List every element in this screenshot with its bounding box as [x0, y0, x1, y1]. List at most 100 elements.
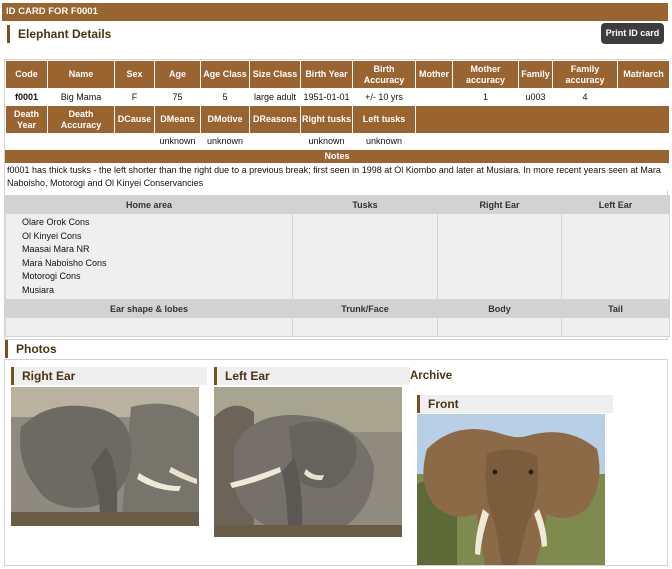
value-sex: F	[114, 88, 155, 106]
col-header-dmeans: DMeans	[154, 105, 201, 134]
ear-shape-cell	[5, 317, 293, 337]
home-area-item: Ol Kinyei Cons	[22, 230, 82, 241]
col-header-sex: Sex	[114, 60, 155, 89]
value-birth-year: 1951-01-01	[300, 88, 353, 106]
details-table-primary: Code Name Sex Age Age Class Size Class B…	[5, 60, 670, 106]
elephant-left-ear-image	[214, 387, 402, 537]
details-header-row: Code Name Sex Age Age Class Size Class B…	[5, 60, 670, 89]
value-age: 75	[154, 88, 201, 106]
col-header-size-class: Size Class	[249, 60, 301, 89]
col-header-age: Age	[154, 60, 201, 89]
id-card-title: ID CARD FOR F0001	[6, 6, 98, 17]
col-header-birth-year: Birth Year	[300, 60, 353, 89]
value-name: Big Mama	[47, 88, 115, 106]
details-table-death: Death Year Death Accuracy DCause DMeans …	[5, 105, 670, 149]
elephant-details-heading: Elephant Details	[7, 25, 111, 43]
col-header-age-class: Age Class	[200, 60, 250, 89]
value-filler	[415, 133, 670, 149]
col-header-dcause: DCause	[114, 105, 155, 134]
front-photo-heading: Front	[417, 395, 613, 413]
identification-table: Home area Tusks Right Ear Left Ear Olare…	[5, 195, 670, 337]
home-area-list: Olare Orok Cons Ol Kinyei Cons Maasai Ma…	[5, 213, 293, 300]
col-header-dreasons: DReasons	[249, 105, 301, 134]
value-dreasons	[249, 133, 301, 149]
body-cell	[437, 317, 562, 337]
col-header-body: Body	[437, 299, 562, 318]
right-ear-photo-heading: Right Ear	[11, 367, 207, 385]
value-size-class: large adult	[249, 88, 301, 106]
value-mother	[415, 88, 453, 106]
elephant-right-ear-image	[11, 387, 199, 526]
left-ear-cell	[561, 213, 670, 300]
value-mother-accuracy: 1	[452, 88, 519, 106]
value-matriarch	[617, 88, 670, 106]
front-photo[interactable]	[417, 414, 605, 565]
left-ear-photo-heading: Left Ear	[214, 367, 410, 385]
right-ear-cell	[437, 213, 562, 300]
col-header-dmotive: DMotive	[200, 105, 250, 134]
col-header-left-tusks: Left tusks	[352, 105, 416, 134]
value-family-accuracy: 4	[552, 88, 618, 106]
death-value-row: unknown unknown unknown unknown	[5, 133, 670, 149]
details-value-row: f0001 Big Mama F 75 5 large adult 1951-0…	[5, 88, 670, 106]
value-dcause	[114, 133, 155, 149]
value-left-tusks: unknown	[352, 133, 416, 149]
col-header-mother: Mother	[415, 60, 453, 89]
value-death-accuracy	[47, 133, 115, 149]
col-header-ear-shape: Ear shape & lobes	[5, 299, 293, 318]
col-header-code: Code	[5, 60, 48, 89]
id-value-row-2	[5, 317, 670, 337]
value-dmotive: unknown	[200, 133, 250, 149]
print-id-card-button[interactable]: Print ID card	[601, 23, 664, 44]
front-photo-title: Front	[428, 397, 459, 411]
col-header-death-year: Death Year	[5, 105, 48, 134]
col-header-left-ear: Left Ear	[561, 195, 670, 214]
photos-title: Photos	[16, 342, 57, 356]
home-area-item: Musiara	[22, 284, 55, 295]
home-area-item: Mara Naboisho Cons	[22, 257, 107, 268]
value-code: f0001	[5, 88, 48, 106]
col-header-family: Family	[518, 60, 553, 89]
id-value-row: Olare Orok Cons Ol Kinyei Cons Maasai Ma…	[5, 213, 670, 300]
value-death-year	[5, 133, 48, 149]
col-header-family-accuracy: Family accuracy	[552, 60, 618, 89]
col-header-birth-accuracy: Birth Accuracy	[352, 60, 416, 89]
notes-heading: Notes	[5, 150, 669, 163]
col-header-mother-accuracy: Mother accuracy	[452, 60, 519, 89]
elephant-details-title: Elephant Details	[18, 27, 112, 41]
right-ear-photo[interactable]	[11, 387, 199, 526]
tusks-cell	[292, 213, 438, 300]
col-header-matriarch: Matriarch	[617, 60, 670, 89]
col-header-trunk-face: Trunk/Face	[292, 299, 438, 318]
right-ear-photo-title: Right Ear	[22, 369, 76, 383]
home-area-item: Olare Orok Cons	[22, 217, 90, 227]
notes-text: f0001 has thick tusks - the left shorter…	[5, 164, 669, 190]
id-header-row-2: Ear shape & lobes Trunk/Face Body Tail	[5, 299, 670, 318]
col-header-name: Name	[47, 60, 115, 89]
left-ear-photo[interactable]	[214, 387, 402, 537]
photos-heading: Photos	[5, 340, 57, 358]
col-header-right-ear: Right Ear	[437, 195, 562, 214]
col-header-home-area: Home area	[5, 195, 293, 214]
left-ear-photo-title: Left Ear	[225, 369, 270, 383]
trunk-face-cell	[292, 317, 438, 337]
value-age-class: 5	[200, 88, 250, 106]
home-area-item: Motorogi Cons	[22, 271, 81, 282]
header-filler	[415, 105, 670, 134]
col-header-right-tusks: Right tusks	[300, 105, 353, 134]
tail-cell	[561, 317, 670, 337]
archive-label: Archive	[410, 370, 453, 382]
elephant-front-image	[417, 414, 605, 565]
col-header-death-accuracy: Death Accuracy	[47, 105, 115, 134]
id-card-title-bar: ID CARD FOR F0001	[2, 3, 668, 21]
id-header-row: Home area Tusks Right Ear Left Ear	[5, 195, 670, 214]
home-area-item: Maasai Mara NR	[22, 244, 90, 255]
value-family: u003	[518, 88, 553, 106]
photos-panel: Right Ear Left Ear Archive Front	[4, 359, 668, 566]
value-dmeans: unknown	[154, 133, 201, 149]
value-birth-accuracy: +/- 10 yrs	[352, 88, 416, 106]
value-right-tusks: unknown	[300, 133, 353, 149]
death-header-row: Death Year Death Accuracy DCause DMeans …	[5, 105, 670, 134]
col-header-tusks: Tusks	[292, 195, 438, 214]
elephant-details-panel: Code Name Sex Age Age Class Size Class B…	[4, 59, 670, 340]
